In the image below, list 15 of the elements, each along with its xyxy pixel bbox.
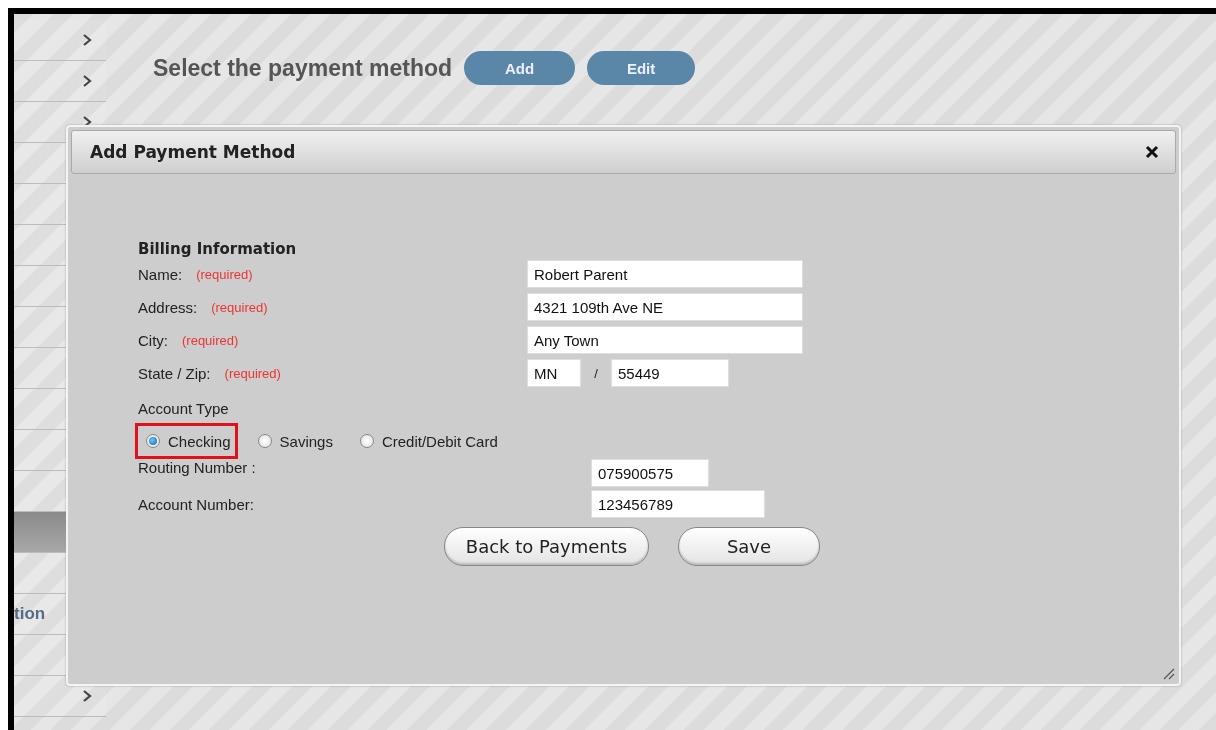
required-note: (required) [224,365,281,381]
required-note: (required) [211,299,268,315]
page-heading: Select the payment method [153,54,453,82]
separator-text: / [593,365,599,381]
field-label: Routing Number : [138,459,257,476]
account-type-label: Account Type [138,400,229,417]
field-label: City: [138,331,168,349]
required-note: (required) [182,332,239,348]
required-note: (required) [196,266,253,282]
field-label: Account Number: [138,495,255,513]
field-label: Address: [138,298,198,316]
field-label: Name: [138,265,183,283]
dialog-title: Add Payment Method [90,142,297,162]
field-label: State / Zip: [138,364,211,382]
section-title: Billing Information [138,240,297,258]
